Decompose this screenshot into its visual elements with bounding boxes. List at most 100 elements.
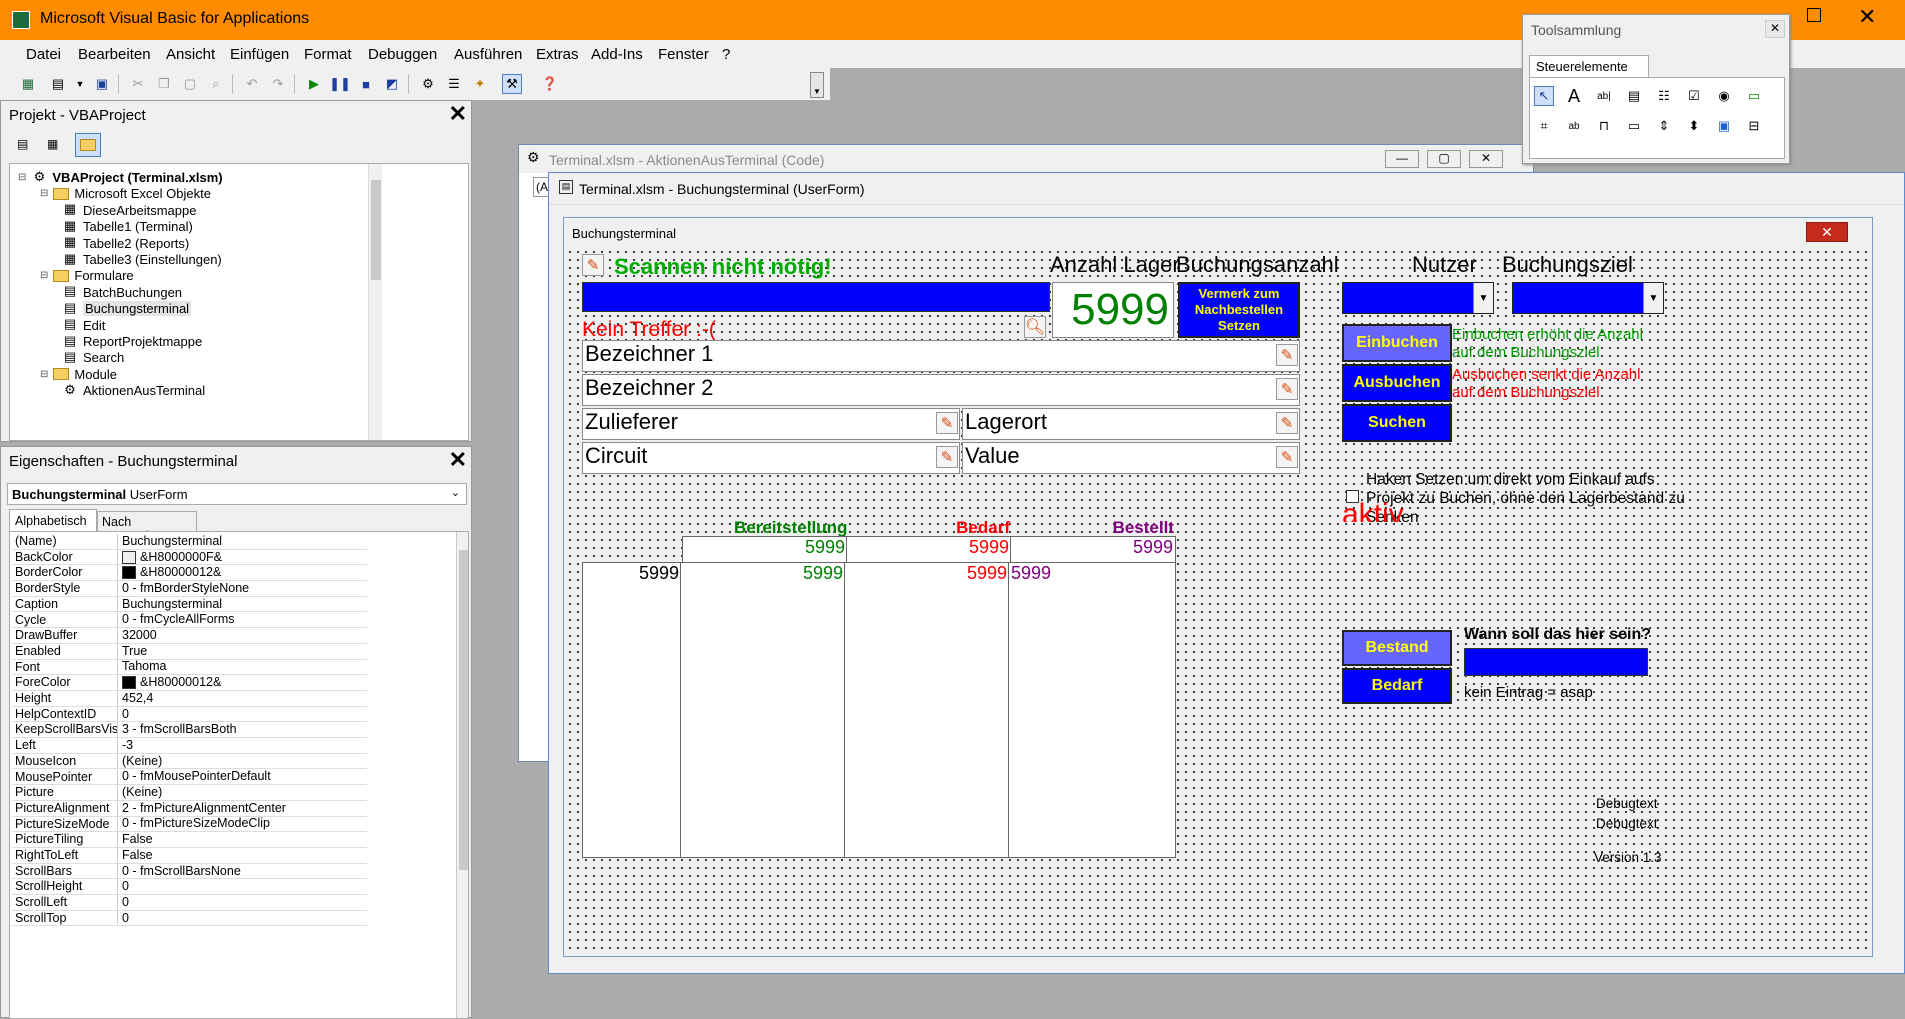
property-row[interactable]: MousePointer 0 - fmMousePointerDefault xyxy=(12,769,367,786)
property-value[interactable]: (Keine) xyxy=(118,754,367,769)
commandbutton-tool-icon[interactable]: ab xyxy=(1564,116,1584,136)
menu-fenster[interactable]: Fenster xyxy=(658,46,709,63)
list-column-3[interactable]: 5999 xyxy=(1008,562,1176,858)
tabstrip-tool-icon[interactable]: ⊓ xyxy=(1594,116,1614,136)
redo-icon[interactable]: ↷ xyxy=(268,74,288,94)
property-value[interactable]: 0 xyxy=(118,879,367,894)
collapse-icon[interactable]: ⊟ xyxy=(40,270,48,281)
property-row[interactable]: PictureTiling False xyxy=(12,832,367,848)
property-row[interactable]: Caption Buchungsterminal xyxy=(12,596,367,613)
code-maximize-button[interactable]: ▢ xyxy=(1427,150,1461,168)
menu-ansicht[interactable]: Ansicht xyxy=(166,46,215,63)
bezeichner2-field[interactable]: Bezeichner 2 xyxy=(582,374,1300,406)
image-tool-icon[interactable]: ▣ xyxy=(1714,116,1734,136)
tree-item[interactable]: ▦ Tabelle3 (Einstellungen) xyxy=(62,252,222,267)
menu-einfuegen[interactable]: Einfügen xyxy=(230,46,289,63)
tree-item[interactable]: ▤ BatchBuchungen xyxy=(62,284,182,300)
property-value[interactable]: False xyxy=(118,832,367,847)
zulieferer-edit-button[interactable]: ✎ xyxy=(936,412,958,434)
object-selector[interactable]: Buchungsterminal UserForm ⌄ xyxy=(7,483,467,505)
tree-item[interactable]: ⊟ ⚙ VBAProject (Terminal.xlsm) xyxy=(18,170,223,186)
lagerort-edit-button[interactable]: ✎ xyxy=(1276,412,1298,434)
property-row[interactable]: ScrollBars 0 - fmScrollBarsNone xyxy=(12,863,367,880)
tree-item[interactable]: ⚙ AktionenAusTerminal xyxy=(62,383,205,398)
pointer-tool-icon[interactable]: ↖ xyxy=(1534,86,1554,106)
property-value[interactable]: 0 xyxy=(118,911,367,926)
properties-scrollbar[interactable] xyxy=(456,532,468,1018)
tree-item[interactable]: ▦ DieseArbeitsmappe xyxy=(62,202,196,218)
property-value[interactable]: 0 - fmMousePointerDefault xyxy=(118,770,367,785)
property-row[interactable]: ForeColor &H80000012& xyxy=(12,675,367,691)
property-value[interactable]: &H80000012& xyxy=(118,565,367,580)
property-value[interactable]: Buchungsterminal xyxy=(118,534,367,549)
multipage-tool-icon[interactable]: ▭ xyxy=(1624,116,1644,136)
value-field[interactable]: Value xyxy=(962,442,1300,474)
project-explorer-icon[interactable]: ⚙ xyxy=(418,74,438,94)
bestand-button[interactable]: Bestand xyxy=(1342,630,1452,666)
maximize-button[interactable] xyxy=(1807,8,1821,22)
property-row[interactable]: Font Tahoma xyxy=(12,659,367,676)
menu-format[interactable]: Format xyxy=(304,46,352,63)
toolbar-overflow-icon[interactable]: ▼ xyxy=(810,72,824,98)
property-value[interactable]: 3 - fmScrollBarsBoth xyxy=(118,722,367,737)
property-row[interactable]: ScrollTop 0 xyxy=(12,910,367,927)
property-value[interactable]: 0 xyxy=(118,707,367,722)
scan-edit-button[interactable]: ✎ xyxy=(582,254,604,276)
userform-designer-window[interactable]: ▤ Terminal.xlsm - Buchungsterminal (User… xyxy=(548,172,1905,974)
einbuchen-button[interactable]: Einbuchen xyxy=(1342,324,1452,362)
toolbox-icon[interactable]: ⚒ xyxy=(502,74,522,94)
dropdown-arrow-icon[interactable]: ▼ xyxy=(70,74,90,94)
frame-tool-icon[interactable]: ⌗ xyxy=(1534,116,1554,136)
value-edit-button[interactable]: ✎ xyxy=(1276,446,1298,468)
stop-icon[interactable]: ■ xyxy=(356,74,376,94)
menu-debuggen[interactable]: Debuggen xyxy=(368,46,437,63)
property-row[interactable]: KeepScrollBarsVisible3 - fmScrollBarsBot… xyxy=(12,722,367,739)
property-row[interactable]: PictureAlignment 2 - fmPictureAlignmentCe… xyxy=(12,800,367,817)
property-value[interactable]: True xyxy=(118,644,367,659)
collapse-icon[interactable]: ⊟ xyxy=(18,172,26,183)
view-code-icon[interactable]: ▤ xyxy=(17,137,28,151)
nutzer-combo[interactable]: ▼ xyxy=(1342,282,1494,314)
toolbox-window[interactable]: Toolsammlung ✕ Steuerelemente ↖ A ab| ▤ … xyxy=(1522,14,1790,164)
list-column-1[interactable]: 5999 xyxy=(680,562,846,858)
textbox-tool-icon[interactable]: ab| xyxy=(1594,86,1614,106)
property-row[interactable]: RightToLeft False xyxy=(12,848,367,864)
property-row[interactable]: Enabled True xyxy=(12,643,367,660)
code-close-button[interactable]: ✕ xyxy=(1469,150,1503,168)
scrollbar-tool-icon[interactable]: ⇕ xyxy=(1654,116,1674,136)
list-column-0[interactable]: 5999 xyxy=(582,562,682,858)
menu-bearbeiten[interactable]: Bearbeiten xyxy=(78,46,151,63)
tree-item[interactable]: ▤ ReportProjektmappe xyxy=(62,334,202,349)
tree-item[interactable]: ▤ Search xyxy=(62,350,124,365)
close-button[interactable]: ✕ xyxy=(1858,4,1876,30)
copy-icon[interactable]: ❐ xyxy=(154,74,174,94)
collapse-icon[interactable]: ⊟ xyxy=(40,369,48,380)
property-value[interactable]: 0 - fmCycleAllForms xyxy=(118,613,367,628)
vermerk-nachbestellen-button[interactable]: Vermerk zum Nachbestellen Setzen xyxy=(1178,282,1300,338)
property-value[interactable]: Buchungsterminal xyxy=(118,597,367,612)
menu-extras[interactable]: Extras xyxy=(536,46,579,63)
form-close-button[interactable]: ✕ xyxy=(1806,222,1848,242)
suchen-button[interactable]: Suchen xyxy=(1342,404,1452,442)
checkbox-tool-icon[interactable]: ☑ xyxy=(1684,86,1704,106)
object-browser-icon[interactable]: ✦ xyxy=(470,74,490,94)
property-row[interactable]: ScrollHeight 0 xyxy=(12,879,367,896)
property-row[interactable]: (Name) Buchungsterminal xyxy=(12,534,367,550)
menu-datei[interactable]: Datei xyxy=(26,46,61,63)
toggle-folders-icon[interactable] xyxy=(75,133,101,157)
tree-item[interactable]: ⊟ Formulare xyxy=(40,268,134,283)
tree-item[interactable]: ⊟ Module xyxy=(40,367,117,382)
tree-scrollbar[interactable] xyxy=(368,164,382,440)
properties-close-icon[interactable]: ✕ xyxy=(449,449,467,471)
property-row[interactable]: Height 452,4 xyxy=(12,691,367,707)
save-icon[interactable]: ▣ xyxy=(92,74,112,94)
undo-icon[interactable]: ↶ xyxy=(242,74,262,94)
togglebutton-tool-icon[interactable]: ▭ xyxy=(1744,86,1764,106)
run-icon[interactable]: ▶ xyxy=(304,74,324,94)
project-tree[interactable]: ⊟ ⚙ VBAProject (Terminal.xlsm) ⊟ Microsoft E… xyxy=(9,163,469,441)
help-icon[interactable]: ❓ xyxy=(540,74,560,94)
tree-item[interactable]: ▦ Tabelle2 (Reports) xyxy=(62,235,189,251)
property-value[interactable]: 32000 xyxy=(118,628,367,643)
property-row[interactable]: Cycle 0 - fmCycleAllForms xyxy=(12,612,367,629)
optionbutton-tool-icon[interactable]: ◉ xyxy=(1714,86,1734,106)
